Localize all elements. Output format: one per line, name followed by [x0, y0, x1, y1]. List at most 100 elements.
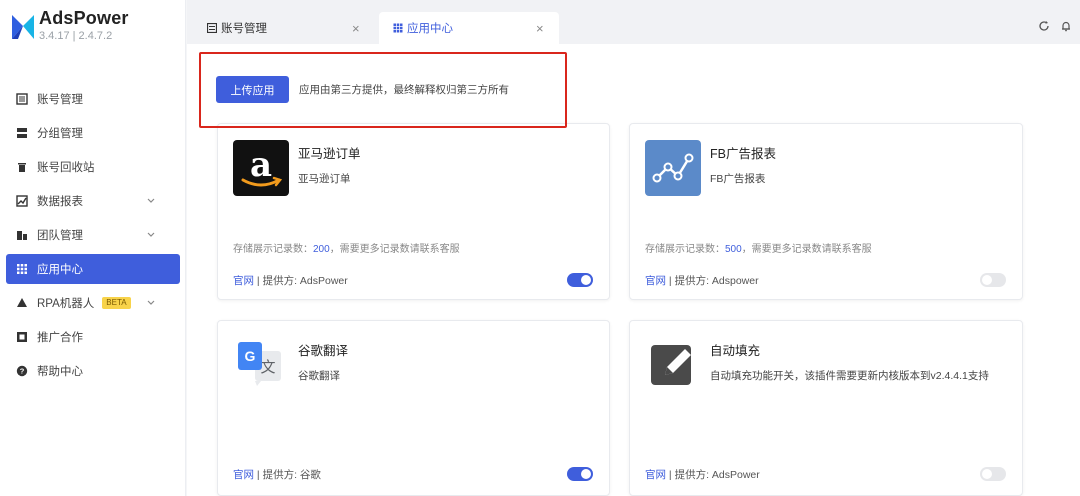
chevron-down-icon [147, 300, 155, 305]
tab-bar: 账号管理 × 应用中心 × [187, 0, 1080, 44]
app-card-autofill: 自动填充 自动填充功能开关，该插件需要更新内核版本到v2.4.4.1支持 官网 … [629, 320, 1023, 496]
top-icons [1038, 20, 1072, 32]
app-title: 自动填充 [710, 344, 761, 358]
sidebar-nav: 账号管理 分组管理 账号回收站 数据报表 团队管理 应用中心 RPA机器人 BE… [0, 82, 186, 388]
tab-app-center[interactable]: 应用中心 × [379, 12, 559, 44]
app-toggle[interactable] [567, 273, 593, 287]
storage-info: 存储展示记录数：500，需要更多记录数请联系客服 [645, 240, 872, 255]
card-footer: 官网 | 提供方: Adspower [645, 273, 759, 288]
official-site-link[interactable]: 官网 [645, 469, 666, 481]
storage-prefix: 存储展示记录数： [645, 244, 725, 255]
storage-prefix: 存储展示记录数： [233, 244, 313, 255]
storage-count: 200 [313, 244, 330, 255]
app-subtitle: 自动填充功能开关，该插件需要更新内核版本到v2.4.4.1支持 [710, 370, 989, 382]
app-subtitle: 谷歌翻译 [298, 370, 340, 382]
sidebar: AdsPower 3.4.17 | 2.4.7.2 账号管理 分组管理 账号回收… [0, 0, 186, 496]
app-center-page: 上传应用 应用由第三方提供，最终解释权归第三方所有 a 亚马逊订单 亚马逊订单 … [187, 44, 1080, 496]
card-footer: 官网 | 提供方: AdsPower [645, 467, 760, 482]
robot-icon [17, 298, 27, 307]
sidebar-item-promotion[interactable]: 推广合作 [0, 320, 186, 354]
bell-icon[interactable] [1060, 20, 1072, 32]
beta-badge: BETA [102, 297, 131, 309]
trash-icon [18, 163, 26, 172]
official-site-link[interactable]: 官网 [233, 275, 254, 287]
chart-icon [16, 195, 28, 207]
app-title: FB广告报表 [710, 147, 776, 161]
google-translate-logo-icon: 文 G [233, 337, 289, 393]
sidebar-item-groups[interactable]: 分组管理 [0, 116, 186, 150]
app-title: 谷歌翻译 [298, 344, 349, 358]
sidebar-item-label: 账号回收站 [37, 162, 95, 174]
team-icon [17, 231, 27, 240]
provider-text: 提供方: 谷歌 [262, 469, 321, 481]
sidebar-item-label: 团队管理 [37, 230, 83, 242]
svg-text:文: 文 [260, 358, 275, 376]
app-toggle[interactable] [567, 467, 593, 481]
sidebar-item-label: 分组管理 [37, 128, 83, 140]
provider-text: 提供方: AdsPower [262, 275, 348, 287]
provider-text: 提供方: Adspower [674, 275, 759, 287]
svg-text:a: a [250, 145, 272, 185]
sidebar-item-reports[interactable]: 数据报表 [0, 184, 186, 218]
sidebar-item-rpa[interactable]: RPA机器人 BETA [0, 286, 186, 320]
provider-text: 提供方: AdsPower [674, 469, 760, 481]
group-icon [17, 128, 27, 138]
upload-app-button[interactable]: 上传应用 [216, 76, 289, 103]
sidebar-item-label: RPA机器人 [37, 298, 95, 310]
promotion-icon [17, 332, 27, 342]
autofill-logo-icon [645, 337, 701, 393]
tab-label: 应用中心 [407, 23, 453, 35]
svg-text:G: G [245, 348, 256, 364]
storage-suffix: ，需要更多记录数请联系客服 [741, 244, 872, 255]
sidebar-item-team[interactable]: 团队管理 [0, 218, 186, 252]
sidebar-item-label: 数据报表 [37, 196, 83, 208]
sidebar-item-label: 应用中心 [37, 264, 83, 276]
storage-suffix: ，需要更多记录数请联系客服 [329, 244, 460, 255]
toggle-knob [581, 275, 591, 285]
logo: AdsPower 3.4.17 | 2.4.7.2 [10, 8, 129, 43]
card-footer: 官网 | 提供方: AdsPower [233, 273, 348, 288]
sidebar-item-app-center[interactable]: 应用中心 [6, 254, 180, 284]
adspower-logo-icon [12, 15, 34, 39]
help-icon: ? [16, 365, 28, 377]
official-site-link[interactable]: 官网 [645, 275, 666, 287]
toggle-knob [982, 275, 992, 285]
app-card-amazon-orders: a 亚马逊订单 亚马逊订单 存储展示记录数：200，需要更多记录数请联系客服 官… [217, 123, 610, 300]
third-party-notice: 应用由第三方提供，最终解释权归第三方所有 [299, 84, 509, 96]
storage-info: 存储展示记录数：200，需要更多记录数请联系客服 [233, 240, 460, 255]
list-icon [16, 93, 28, 105]
app-title: 亚马逊订单 [298, 147, 361, 161]
app-subtitle: 亚马逊订单 [298, 173, 351, 185]
apps-icon [393, 23, 403, 33]
sidebar-item-help[interactable]: ? 帮助中心 [0, 354, 186, 388]
close-icon[interactable]: × [536, 21, 544, 36]
refresh-icon[interactable] [1038, 20, 1050, 32]
brand-version: 3.4.17 | 2.4.7.2 [39, 30, 113, 42]
app-subtitle: FB广告报表 [710, 173, 766, 185]
amazon-logo-icon: a [233, 140, 289, 196]
app-card-google-translate: 文 G 谷歌翻译 谷歌翻译 官网 | 提供方: 谷歌 [217, 320, 610, 496]
svg-text:?: ? [20, 367, 25, 376]
sidebar-item-label: 帮助中心 [37, 366, 83, 378]
tab-accounts[interactable]: 账号管理 × [207, 12, 379, 44]
fb-report-logo-icon [645, 140, 701, 196]
sidebar-item-accounts[interactable]: 账号管理 [0, 82, 186, 116]
chevron-down-icon [147, 232, 155, 237]
app-card-fb-ads-report: FB广告报表 FB广告报表 存储展示记录数：500，需要更多记录数请联系客服 官… [629, 123, 1023, 300]
card-footer: 官网 | 提供方: 谷歌 [233, 467, 321, 482]
app-toggle[interactable] [980, 273, 1006, 287]
list-icon [207, 23, 217, 33]
toggle-knob [581, 469, 591, 479]
apps-icon [17, 264, 27, 274]
sidebar-item-label: 账号管理 [37, 94, 83, 106]
sidebar-item-label: 推广合作 [37, 332, 83, 344]
close-icon[interactable]: × [352, 21, 360, 36]
chevron-down-icon [147, 198, 155, 203]
toggle-knob [982, 469, 992, 479]
brand-name: AdsPower [39, 8, 129, 28]
tab-label: 账号管理 [221, 23, 267, 35]
official-site-link[interactable]: 官网 [233, 469, 254, 481]
sidebar-item-recycle-bin[interactable]: 账号回收站 [0, 150, 186, 184]
storage-count: 500 [725, 244, 742, 255]
app-toggle[interactable] [980, 467, 1006, 481]
